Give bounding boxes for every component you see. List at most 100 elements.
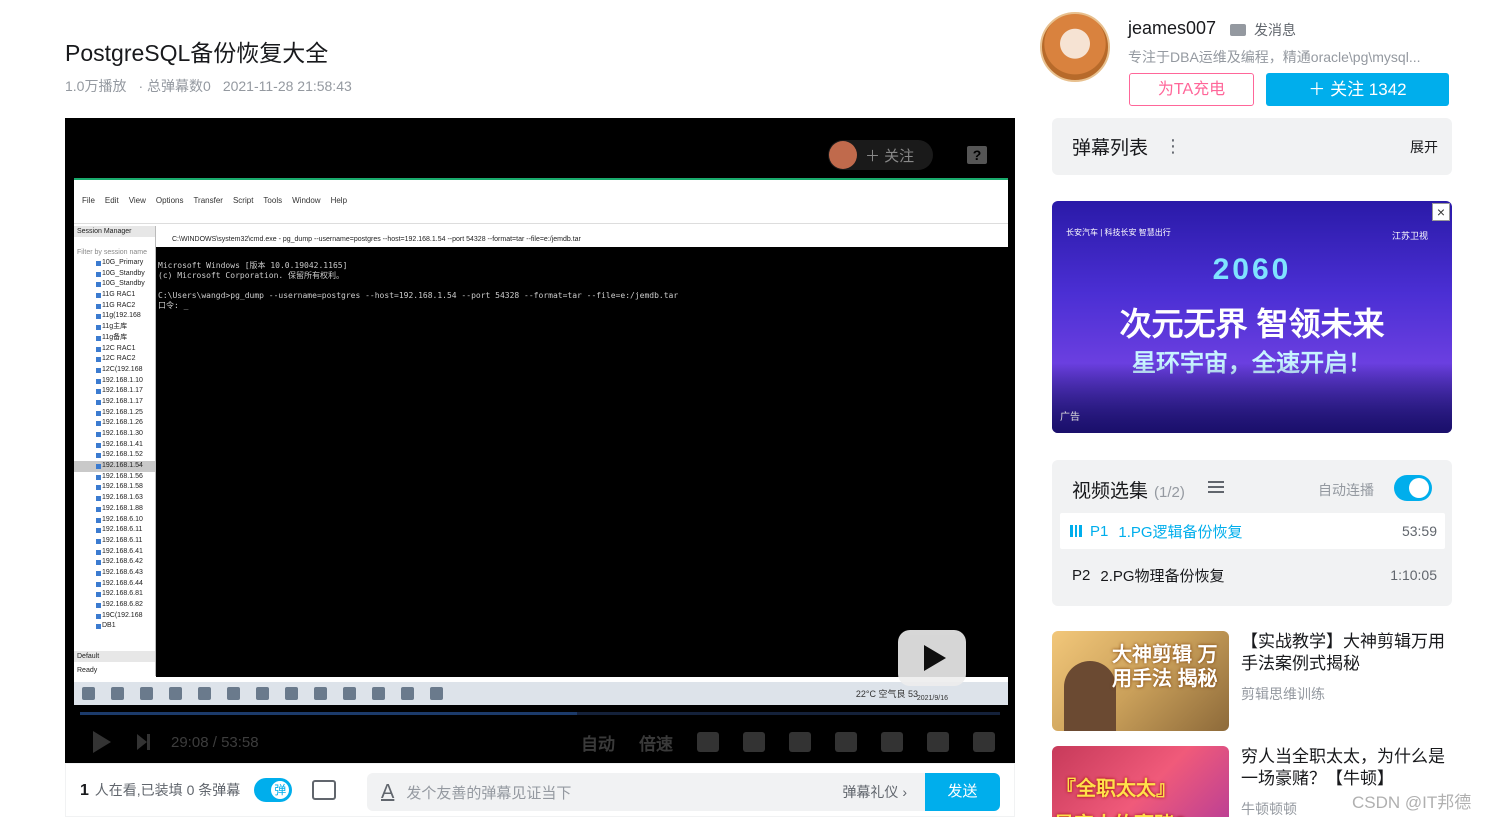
more-icon[interactable]: ⋮	[1164, 136, 1182, 157]
uploader-description: 专注于DBA运维及编程，精通oracle\pg\mysql...	[1128, 49, 1421, 65]
fullscreen-icon[interactable]	[973, 732, 995, 752]
viewer-info: 1 人在看,已装填 0 条弹幕	[80, 780, 240, 800]
session-list: 10G_Primary 10G_Standby 10G_Standby 11G RAC…	[74, 258, 155, 632]
video-frame-desktop: File Edit View Options Transfer Script T…	[74, 178, 1008, 705]
session-item: 192.168.1.30	[74, 429, 155, 440]
ad-city-graphic	[1052, 363, 1452, 433]
session-item: 192.168.1.10	[74, 376, 155, 387]
expand-button[interactable]: 展开	[1410, 137, 1438, 157]
chrome-icon	[227, 687, 240, 700]
autoplay-switch[interactable]	[1394, 475, 1432, 501]
uploader-mini-avatar	[829, 141, 857, 169]
ad-tv-logo: 江苏卫视	[1391, 231, 1428, 241]
big-play-icon[interactable]	[898, 630, 966, 686]
next-icon[interactable]	[137, 734, 153, 750]
cmd-output: Microsoft Windows [版本 10.0.19042.1165] (…	[158, 261, 679, 310]
recommend-thumbnail[interactable]: 『全职太太』 是穷人的豪赌?	[1052, 746, 1229, 817]
text-style-icon[interactable]: A	[381, 781, 394, 804]
session-item: 192.168.6.11	[74, 525, 155, 536]
session-item: 192.168.1.41	[74, 440, 155, 451]
episode-item[interactable]: P2 2.PG物理备份恢复 1:10:05	[1060, 557, 1445, 593]
progress-bar[interactable]	[80, 712, 1000, 715]
help-icon[interactable]: ?	[967, 146, 987, 164]
session-item: 192.168.6.44	[74, 579, 155, 590]
recommend-item[interactable]: 大神剪辑 万用手法 揭秘 【实战教学】大神剪辑万用手法案例式揭秘 剪辑思维训练	[1052, 631, 1452, 731]
menu-item: Options	[155, 196, 184, 205]
recommend-thumbnail[interactable]: 大神剪辑 万用手法 揭秘	[1052, 631, 1229, 731]
danmaku-list-header[interactable]: 弹幕列表 ⋮ 展开	[1052, 118, 1452, 175]
send-button[interactable]: 发送	[925, 773, 1000, 811]
menu-item: Edit	[104, 196, 119, 205]
video-player[interactable]: ＋ 关注 ? File Edit View Options Transfer S…	[65, 118, 1015, 763]
uploader-avatar[interactable]	[1040, 12, 1110, 82]
quality-button[interactable]: 自动	[581, 730, 615, 755]
session-item: DB1	[74, 621, 155, 632]
session-item: 192.168.6.82	[74, 600, 155, 611]
recommend-author[interactable]: 剪辑思维训练	[1241, 684, 1325, 704]
session-item: 192.168.1.17	[74, 397, 155, 408]
session-item: 11g备库	[74, 333, 155, 344]
player-follow-button[interactable]: ＋ 关注	[828, 140, 933, 170]
send-message-label: 发消息	[1254, 22, 1296, 38]
session-item: 11g(192.168	[74, 311, 155, 322]
menu-item: Script	[232, 196, 254, 205]
session-item: 192.168.1.63	[74, 493, 155, 504]
menu-item: Help	[330, 196, 348, 205]
session-item: 192.168.6.42	[74, 557, 155, 568]
session-item: 192.168.6.10	[74, 515, 155, 526]
play-count: 1.0万播放	[65, 78, 127, 94]
ad-close-icon[interactable]: ×	[1432, 203, 1450, 221]
episode-item-title: 2.PG物理备份恢复	[1100, 567, 1225, 585]
video-page: PostgreSQL备份恢复大全 1.0万播放 · 总弹幕数0 2021-11-28…	[0, 0, 1494, 817]
episode-duration: 53:59	[1401, 523, 1437, 539]
duration: 53:58	[221, 733, 259, 751]
episode-item[interactable]: P1 1.PG逻辑备份恢复 53:59	[1060, 513, 1445, 549]
session-item: 10G_Standby	[74, 279, 155, 290]
pip-icon[interactable]	[835, 732, 857, 752]
recommend-title[interactable]: 穷人当全职太太，为什么是一场豪赌？【牛顿】	[1241, 746, 1453, 790]
webfullscreen-icon[interactable]	[927, 732, 949, 752]
app-icon	[285, 687, 298, 700]
widescreen-icon[interactable]	[881, 732, 903, 752]
danmaku-bar: 1 人在看,已装填 0 条弹幕 弹 A 发个友善的弹幕见证当下 弹幕礼仪 › 发…	[65, 763, 1015, 817]
ad-banner[interactable]: 长安汽车 | 科技长安 智慧出行 江苏卫视 2060 次元无界 智领未来 星环宇…	[1052, 201, 1452, 433]
playing-icon	[1070, 525, 1082, 537]
recommend-author[interactable]: 牛顿顿顿	[1241, 799, 1297, 817]
session-item: 192.168.1.25	[74, 408, 155, 419]
send-message-link[interactable]: 发消息	[1230, 20, 1296, 40]
ad-brand: 长安汽车 | 科技长安 智慧出行	[1066, 228, 1171, 237]
app-menu-bar: File Edit View Options Transfer Script T…	[74, 194, 1008, 208]
viewer-count: 1	[80, 782, 89, 799]
episode-panel: 视频选集 (1/2) 自动连播 P1 1.PG逻辑备份恢复 53:59 P2 2.…	[1052, 460, 1452, 606]
uploader-name[interactable]: jeames007	[1128, 18, 1216, 39]
play-icon[interactable]	[93, 731, 111, 753]
session-item: 12C RAC1	[74, 344, 155, 355]
thumb-text: 大神剪辑 万用手法 揭秘	[1112, 644, 1218, 690]
settings-icon[interactable]	[789, 732, 811, 752]
episode-item-title: 1.PG逻辑备份恢复	[1118, 523, 1243, 541]
session-item: 19C(192.168	[74, 611, 155, 622]
weather-status: 22°C 空气良 53	[855, 689, 918, 699]
danmaku-input[interactable]: A 发个友善的弹幕见证当下 弹幕礼仪 ›	[367, 773, 927, 811]
charge-button[interactable]: 为TA充电	[1129, 73, 1254, 106]
session-default: Default	[74, 651, 155, 662]
danmaku-settings-icon[interactable]	[312, 780, 337, 800]
danmaku-toggle[interactable]: 弹	[254, 778, 293, 802]
subtitle-icon[interactable]	[697, 732, 719, 752]
player-controls: 29:08 / 53:58 自动 倍速	[65, 722, 1015, 762]
viewer-text: 人在看,已装填 0 条弹幕	[94, 782, 241, 798]
thumb-person	[1064, 661, 1116, 731]
recommend-title[interactable]: 【实战教学】大神剪辑万用手法案例式揭秘	[1241, 631, 1453, 675]
app-icon	[198, 687, 211, 700]
app-toolbar	[74, 208, 1008, 224]
volume-icon[interactable]	[743, 732, 765, 752]
session-manager-panel: Session Manager Filter by session name 1…	[74, 226, 156, 676]
danmaku-etiquette-link[interactable]: 弹幕礼仪 ›	[842, 782, 907, 802]
list-view-icon[interactable]	[1208, 481, 1224, 493]
ad-label: 广告	[1060, 412, 1080, 423]
search-icon	[111, 687, 124, 700]
follow-button[interactable]: ＋ 关注 1342	[1266, 73, 1449, 106]
mail-icon	[1230, 24, 1246, 36]
speed-button[interactable]: 倍速	[639, 730, 673, 755]
session-item: 12C RAC2	[74, 354, 155, 365]
